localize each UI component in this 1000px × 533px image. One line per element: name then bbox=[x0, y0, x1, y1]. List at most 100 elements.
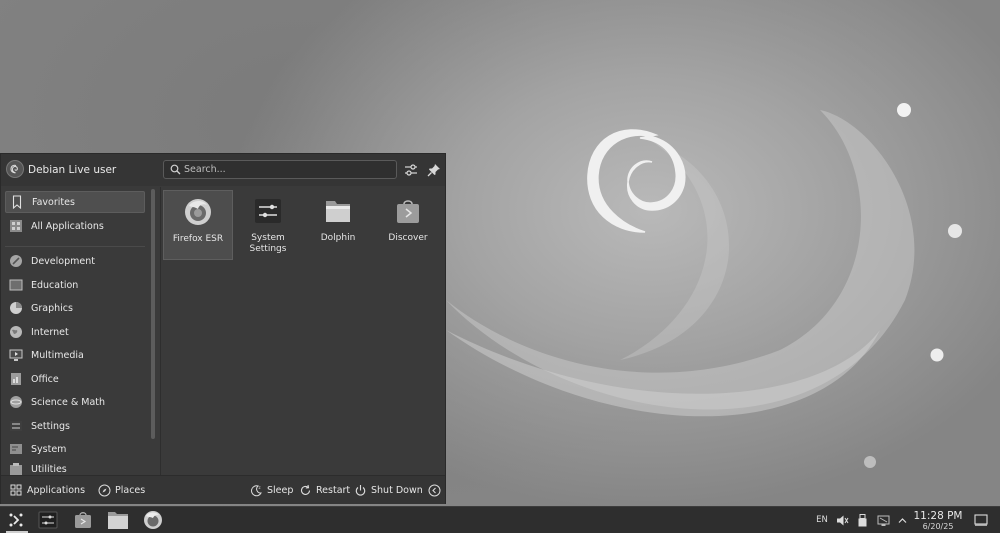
sidebar-item-settings[interactable]: Settings bbox=[5, 415, 145, 437]
restart-button[interactable]: Restart bbox=[298, 483, 350, 497]
sidebar-item-label: Development bbox=[31, 255, 95, 267]
application-launcher-button[interactable] bbox=[4, 509, 28, 533]
removable-devices-button[interactable] bbox=[854, 511, 870, 529]
usb-drive-icon bbox=[858, 513, 866, 526]
discover-icon bbox=[393, 196, 423, 226]
applications-tab[interactable]: Applications bbox=[9, 483, 85, 497]
places-tab[interactable]: Places bbox=[97, 483, 145, 497]
sidebar-item-label: Settings bbox=[31, 420, 70, 432]
folder-icon bbox=[108, 512, 128, 529]
sidebar-item-multimedia[interactable]: Multimedia bbox=[5, 344, 145, 366]
clock-time[interactable]: 11:28 PM bbox=[912, 510, 964, 522]
firefox-icon bbox=[144, 511, 162, 529]
shutdown-label: Shut Down bbox=[371, 484, 423, 496]
show-desktop-icon bbox=[974, 514, 988, 526]
sleep-label: Sleep bbox=[267, 484, 294, 496]
pin-button[interactable] bbox=[426, 162, 442, 178]
sidebar-item-label: Utilities bbox=[31, 463, 67, 475]
sidebar-item-label: Education bbox=[31, 279, 79, 291]
system-settings-icon bbox=[38, 511, 58, 529]
taskbar-discover[interactable] bbox=[71, 509, 95, 531]
sidebar-item-graphics[interactable]: Graphics bbox=[5, 297, 145, 319]
bookmark-icon bbox=[10, 195, 24, 209]
sidebar-scrollbar[interactable] bbox=[151, 189, 155, 439]
sidebar-item-favorites[interactable]: Favorites bbox=[5, 191, 145, 213]
sidebar-item-education[interactable]: Education bbox=[5, 274, 145, 296]
pin-icon bbox=[427, 164, 440, 177]
education-icon bbox=[9, 278, 23, 292]
application-launcher-menu: Debian Live user Favorites All Applicati… bbox=[0, 153, 446, 504]
app-tile-system-settings[interactable]: System Settings bbox=[233, 190, 303, 260]
globe-icon bbox=[9, 325, 23, 339]
development-icon bbox=[9, 254, 23, 268]
applications-tab-label: Applications bbox=[27, 484, 86, 496]
app-tile-label: Dolphin bbox=[320, 233, 356, 243]
sidebar-item-label: Science & Math bbox=[31, 396, 106, 408]
sleep-icon: z bbox=[249, 483, 263, 497]
chevron-left-icon bbox=[427, 483, 441, 497]
panel-divider bbox=[160, 187, 161, 475]
app-tile-label: Discover bbox=[388, 233, 428, 243]
restart-label: Restart bbox=[316, 484, 351, 496]
sidebar-item-development[interactable]: Development bbox=[5, 250, 145, 272]
show-desktop-button[interactable] bbox=[972, 511, 990, 529]
system-icon bbox=[9, 442, 23, 456]
system-settings-icon bbox=[253, 196, 283, 226]
taskbar-dolphin[interactable] bbox=[106, 509, 130, 531]
search-icon bbox=[170, 164, 181, 175]
sidebar-item-label: System bbox=[31, 443, 67, 455]
grid-icon bbox=[9, 483, 23, 497]
volume-button[interactable] bbox=[834, 511, 850, 529]
taskbar-system-settings[interactable] bbox=[36, 509, 60, 531]
app-tile-label: System Settings bbox=[249, 233, 287, 254]
sidebar-item-label: Multimedia bbox=[31, 349, 84, 361]
sidebar-item-label: Graphics bbox=[31, 302, 73, 314]
graphics-icon bbox=[9, 301, 23, 315]
show-hidden-icons-button[interactable] bbox=[895, 511, 909, 529]
configure-button[interactable] bbox=[403, 162, 419, 178]
sidebar-item-label: Favorites bbox=[32, 196, 75, 208]
keyboard-layout-indicator[interactable]: EN bbox=[812, 511, 832, 529]
volume-muted-icon bbox=[836, 515, 848, 525]
settings-icon bbox=[9, 419, 23, 433]
sliders-icon bbox=[405, 164, 417, 176]
network-button[interactable] bbox=[875, 511, 891, 529]
leave-menu-button[interactable] bbox=[427, 483, 445, 497]
application-launcher-icon bbox=[9, 513, 23, 527]
keyboard-layout-label: EN bbox=[816, 515, 828, 525]
sidebar-item-label: Office bbox=[31, 373, 59, 385]
shutdown-button[interactable]: Shut Down bbox=[353, 483, 423, 497]
taskbar: EN 11:28 PM 6/20/25 bbox=[0, 506, 1000, 533]
category-sidebar: Favorites All Applications Development E… bbox=[1, 187, 151, 475]
science-icon bbox=[9, 395, 23, 409]
sidebar-item-science-math[interactable]: Science & Math bbox=[5, 391, 145, 413]
search-input[interactable] bbox=[184, 163, 384, 176]
launcher-header: Debian Live user bbox=[1, 154, 445, 186]
compass-icon bbox=[97, 483, 111, 497]
discover-icon bbox=[75, 512, 91, 528]
debian-logo-icon bbox=[10, 164, 18, 174]
power-icon bbox=[353, 483, 367, 497]
search-field[interactable] bbox=[163, 160, 397, 179]
app-tile-dolphin[interactable]: Dolphin bbox=[303, 190, 373, 260]
sleep-button[interactable]: z Sleep bbox=[249, 483, 293, 497]
taskbar-firefox[interactable] bbox=[141, 509, 165, 531]
chevron-up-icon bbox=[898, 517, 906, 523]
grid-icon bbox=[9, 219, 23, 233]
multimedia-icon bbox=[9, 348, 23, 362]
sidebar-item-utilities[interactable]: Utilities bbox=[5, 462, 145, 476]
app-tile-discover[interactable]: Discover bbox=[373, 190, 443, 260]
restart-icon bbox=[298, 483, 312, 497]
places-tab-label: Places bbox=[115, 484, 146, 496]
app-tile-firefox-esr[interactable]: Firefox ESR bbox=[163, 190, 233, 260]
app-tile-label: Firefox ESR bbox=[172, 234, 224, 244]
sidebar-divider bbox=[5, 246, 145, 247]
utilities-icon bbox=[9, 462, 23, 476]
sidebar-item-system[interactable]: System bbox=[5, 438, 145, 460]
clock-date[interactable]: 6/20/25 bbox=[912, 522, 964, 531]
sidebar-item-office[interactable]: Office bbox=[5, 368, 145, 390]
user-avatar[interactable] bbox=[6, 160, 24, 178]
sidebar-item-all-applications[interactable]: All Applications bbox=[5, 215, 145, 237]
sidebar-item-internet[interactable]: Internet bbox=[5, 321, 145, 343]
firefox-icon bbox=[183, 197, 213, 227]
